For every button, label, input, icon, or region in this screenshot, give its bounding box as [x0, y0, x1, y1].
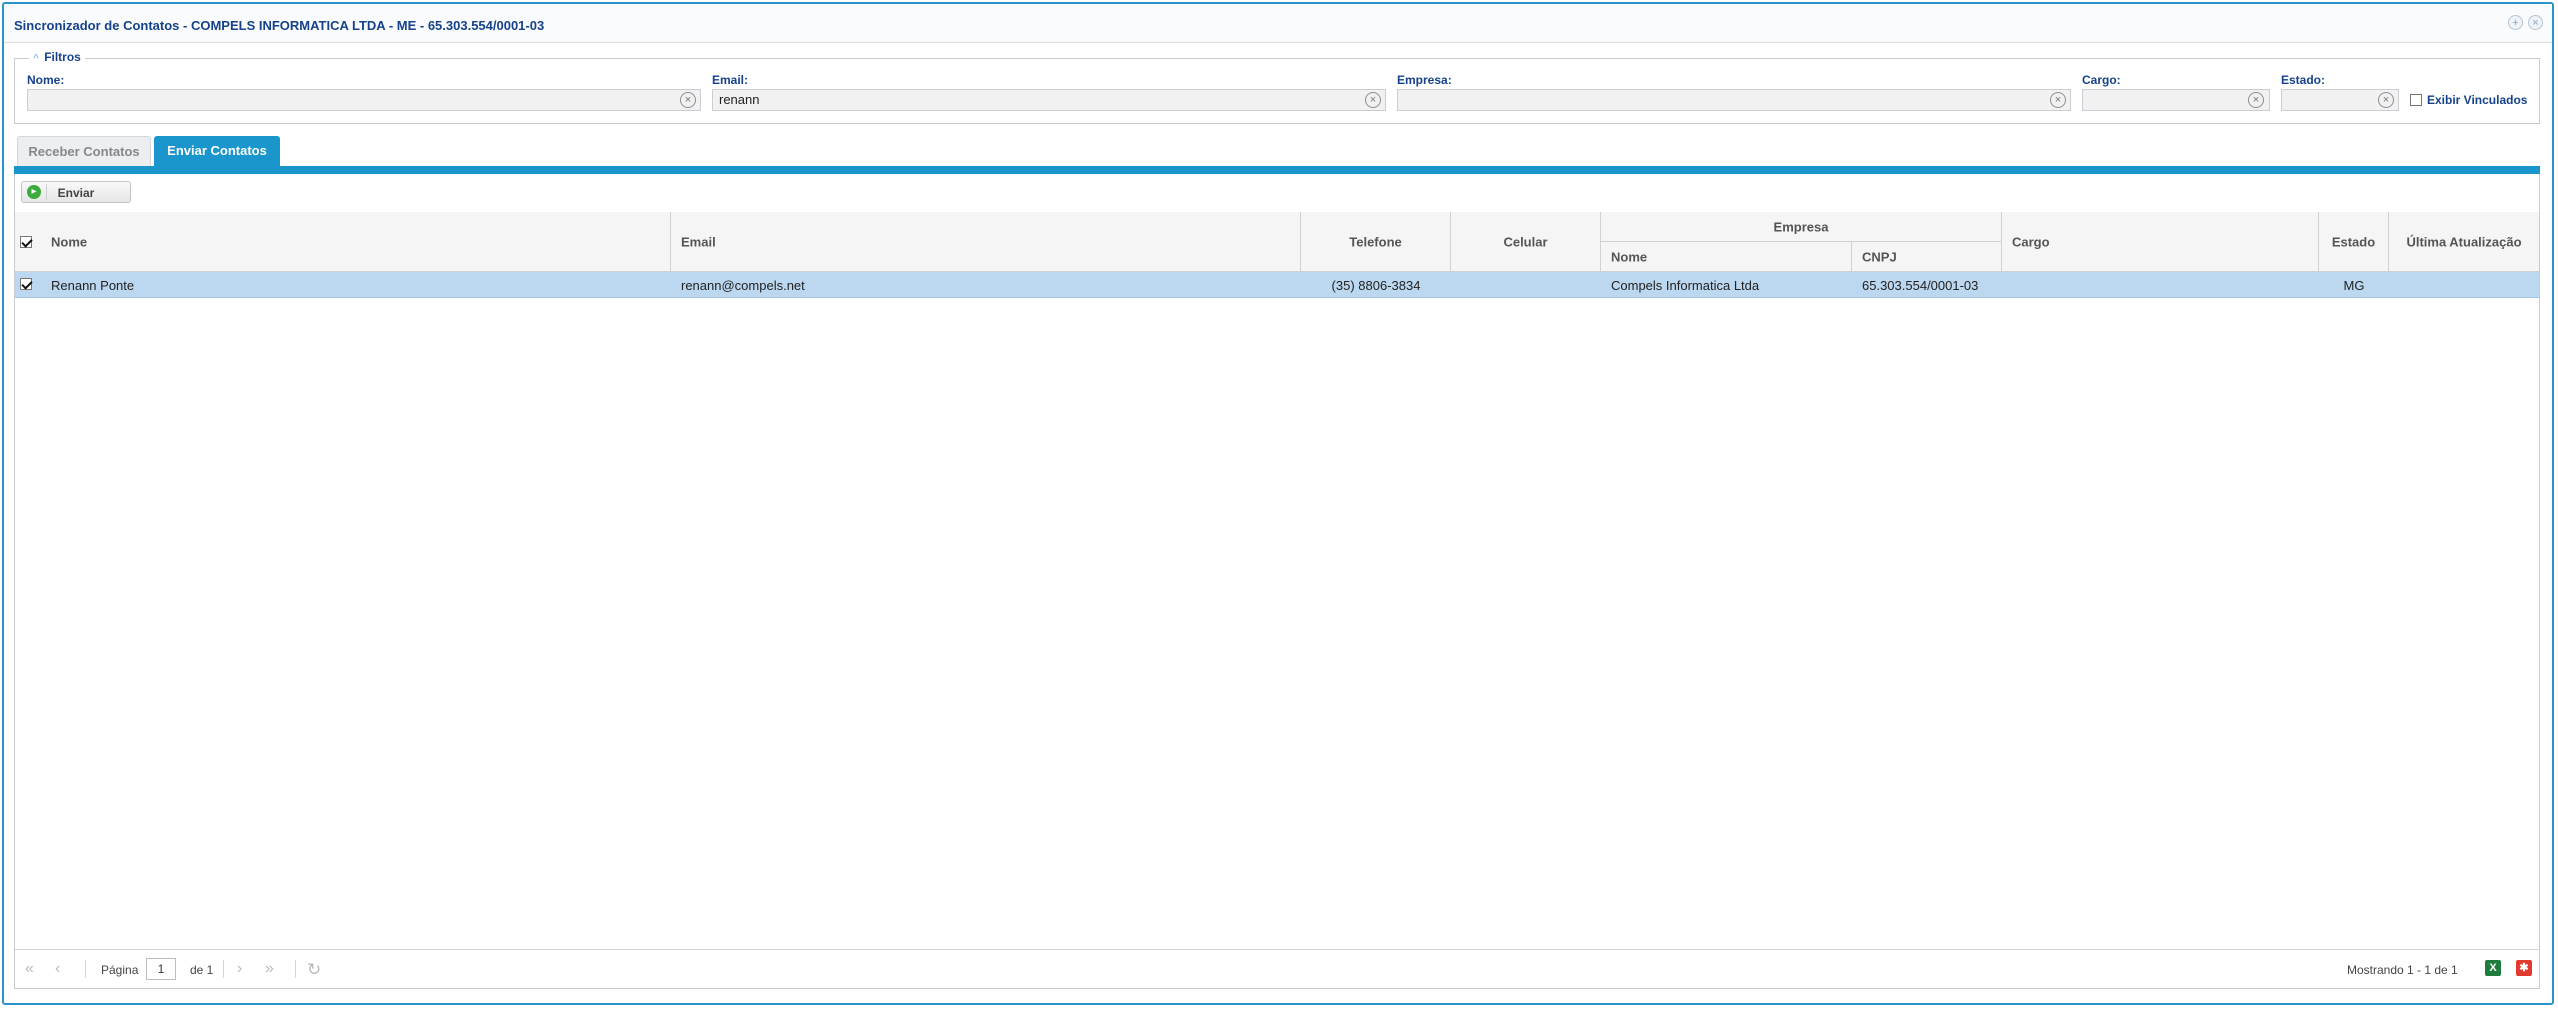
estado-label: Estado:: [2281, 73, 2326, 87]
page-number-input[interactable]: 1: [146, 958, 176, 980]
filters-fieldset: ^ Filtros Nome: × Email: renann × Empres…: [14, 50, 2540, 124]
enviar-button[interactable]: ▸ Enviar: [21, 181, 131, 203]
header-email-label: Email: [681, 234, 716, 249]
email-field[interactable]: renann: [712, 89, 1386, 111]
estado-clear-icon[interactable]: ×: [2378, 92, 2394, 108]
column-header-cnpj[interactable]: CNPJ: [1852, 242, 2002, 272]
grid-toolbar: ▸ Enviar: [15, 174, 2539, 213]
collapse-chevron-icon[interactable]: ^: [33, 53, 39, 64]
column-header-telefone[interactable]: Telefone: [1301, 212, 1451, 272]
paging-display: Mostrando 1 - 1 de 1: [2347, 963, 2458, 977]
nome-field[interactable]: [27, 89, 701, 111]
prev-page-icon[interactable]: ‹: [55, 960, 60, 978]
header-ultima-atualizacao-label: Última Atualização: [2406, 234, 2522, 249]
empresa-label: Empresa:: [1397, 73, 1452, 87]
refresh-icon[interactable]: ↻: [307, 960, 321, 980]
nome-label: Nome:: [27, 73, 65, 87]
page-label: Página: [101, 963, 139, 977]
column-header-celular[interactable]: Celular: [1451, 212, 1601, 272]
cargo-field[interactable]: [2082, 89, 2270, 111]
enviar-button-label: Enviar: [57, 186, 95, 200]
cargo-label: Cargo:: [2082, 73, 2121, 87]
email-clear-icon[interactable]: ×: [1365, 92, 1381, 108]
paging-toolbar: « ‹ Página 1 de 1 › » ↻ Mostrando 1 - 1 …: [15, 949, 2539, 988]
tab-receber-contatos[interactable]: Receber Contatos: [17, 136, 151, 166]
close-icon[interactable]: ×: [2528, 15, 2543, 30]
last-page-icon[interactable]: »: [265, 960, 274, 978]
header-empresa-nome-label: Nome: [1611, 249, 1648, 264]
empresa-clear-icon[interactable]: ×: [2050, 92, 2066, 108]
select-all-checkbox[interactable]: [20, 235, 32, 248]
empresa-field[interactable]: [1397, 89, 2071, 111]
tab-enviar-contatos[interactable]: Enviar Contatos: [154, 136, 280, 166]
first-page-icon[interactable]: «: [25, 960, 34, 978]
table-row[interactable]: Renann Ponte renann@compels.net (35) 880…: [15, 272, 2539, 298]
cell-email: renann@compels.net: [681, 278, 805, 293]
cargo-clear-icon[interactable]: ×: [2248, 92, 2264, 108]
window-titlebar: Sincronizador de Contatos - COMPELS INFO…: [4, 4, 2552, 43]
cell-nome: Renann Ponte: [51, 278, 135, 293]
page-total: de 1: [190, 963, 214, 977]
tab-strip: [14, 166, 2540, 174]
exibir-vinculados-checkbox[interactable]: [2410, 94, 2422, 106]
exibir-vinculados-toggle[interactable]: Exibir Vinculados: [2410, 93, 2527, 109]
header-nome-label: Nome: [51, 234, 88, 249]
row-checkbox[interactable]: [20, 278, 32, 290]
exibir-vinculados-label: Exibir Vinculados: [2427, 93, 2528, 107]
enviar-contatos-panel: ▸ Enviar Nome Email Telefone Celular Emp…: [14, 174, 2540, 989]
cell-estado: MG: [2343, 278, 2365, 293]
filters-legend: Filtros: [44, 50, 81, 64]
pdf-export-icon[interactable]: ✱: [2516, 960, 2532, 976]
column-header-estado[interactable]: Estado: [2319, 212, 2389, 272]
excel-export-icon[interactable]: X: [2485, 960, 2501, 976]
header-empresa-label: Empresa: [1773, 219, 1829, 234]
column-header-email[interactable]: Email: [671, 212, 1301, 272]
header-cnpj-label: CNPJ: [1862, 249, 1897, 264]
maximize-icon[interactable]: +: [2508, 15, 2523, 30]
cell-empresa-nome: Compels Informatica Ltda: [1611, 278, 1760, 293]
cell-telefone: (35) 8806-3834: [1331, 278, 1421, 293]
column-header-empresa-nome[interactable]: Nome: [1601, 242, 1852, 272]
next-page-icon[interactable]: ›: [237, 960, 242, 978]
email-label: Email:: [712, 73, 749, 87]
column-header-nome[interactable]: Nome: [15, 212, 671, 272]
column-header-cargo[interactable]: Cargo: [2002, 212, 2319, 272]
header-celular-label: Celular: [1503, 234, 1548, 249]
column-group-empresa: Empresa: [1601, 212, 2002, 242]
header-telefone-label: Telefone: [1349, 234, 1402, 249]
header-estado-label: Estado: [2331, 234, 2376, 249]
nome-clear-icon[interactable]: ×: [680, 92, 696, 108]
cell-cnpj: 65.303.554/0001-03: [1862, 278, 1979, 293]
window-title: Sincronizador de Contatos - COMPELS INFO…: [14, 18, 545, 33]
column-header-ultima-atualizacao[interactable]: Última Atualização: [2389, 212, 2539, 272]
header-cargo-label: Cargo: [2012, 234, 2050, 249]
